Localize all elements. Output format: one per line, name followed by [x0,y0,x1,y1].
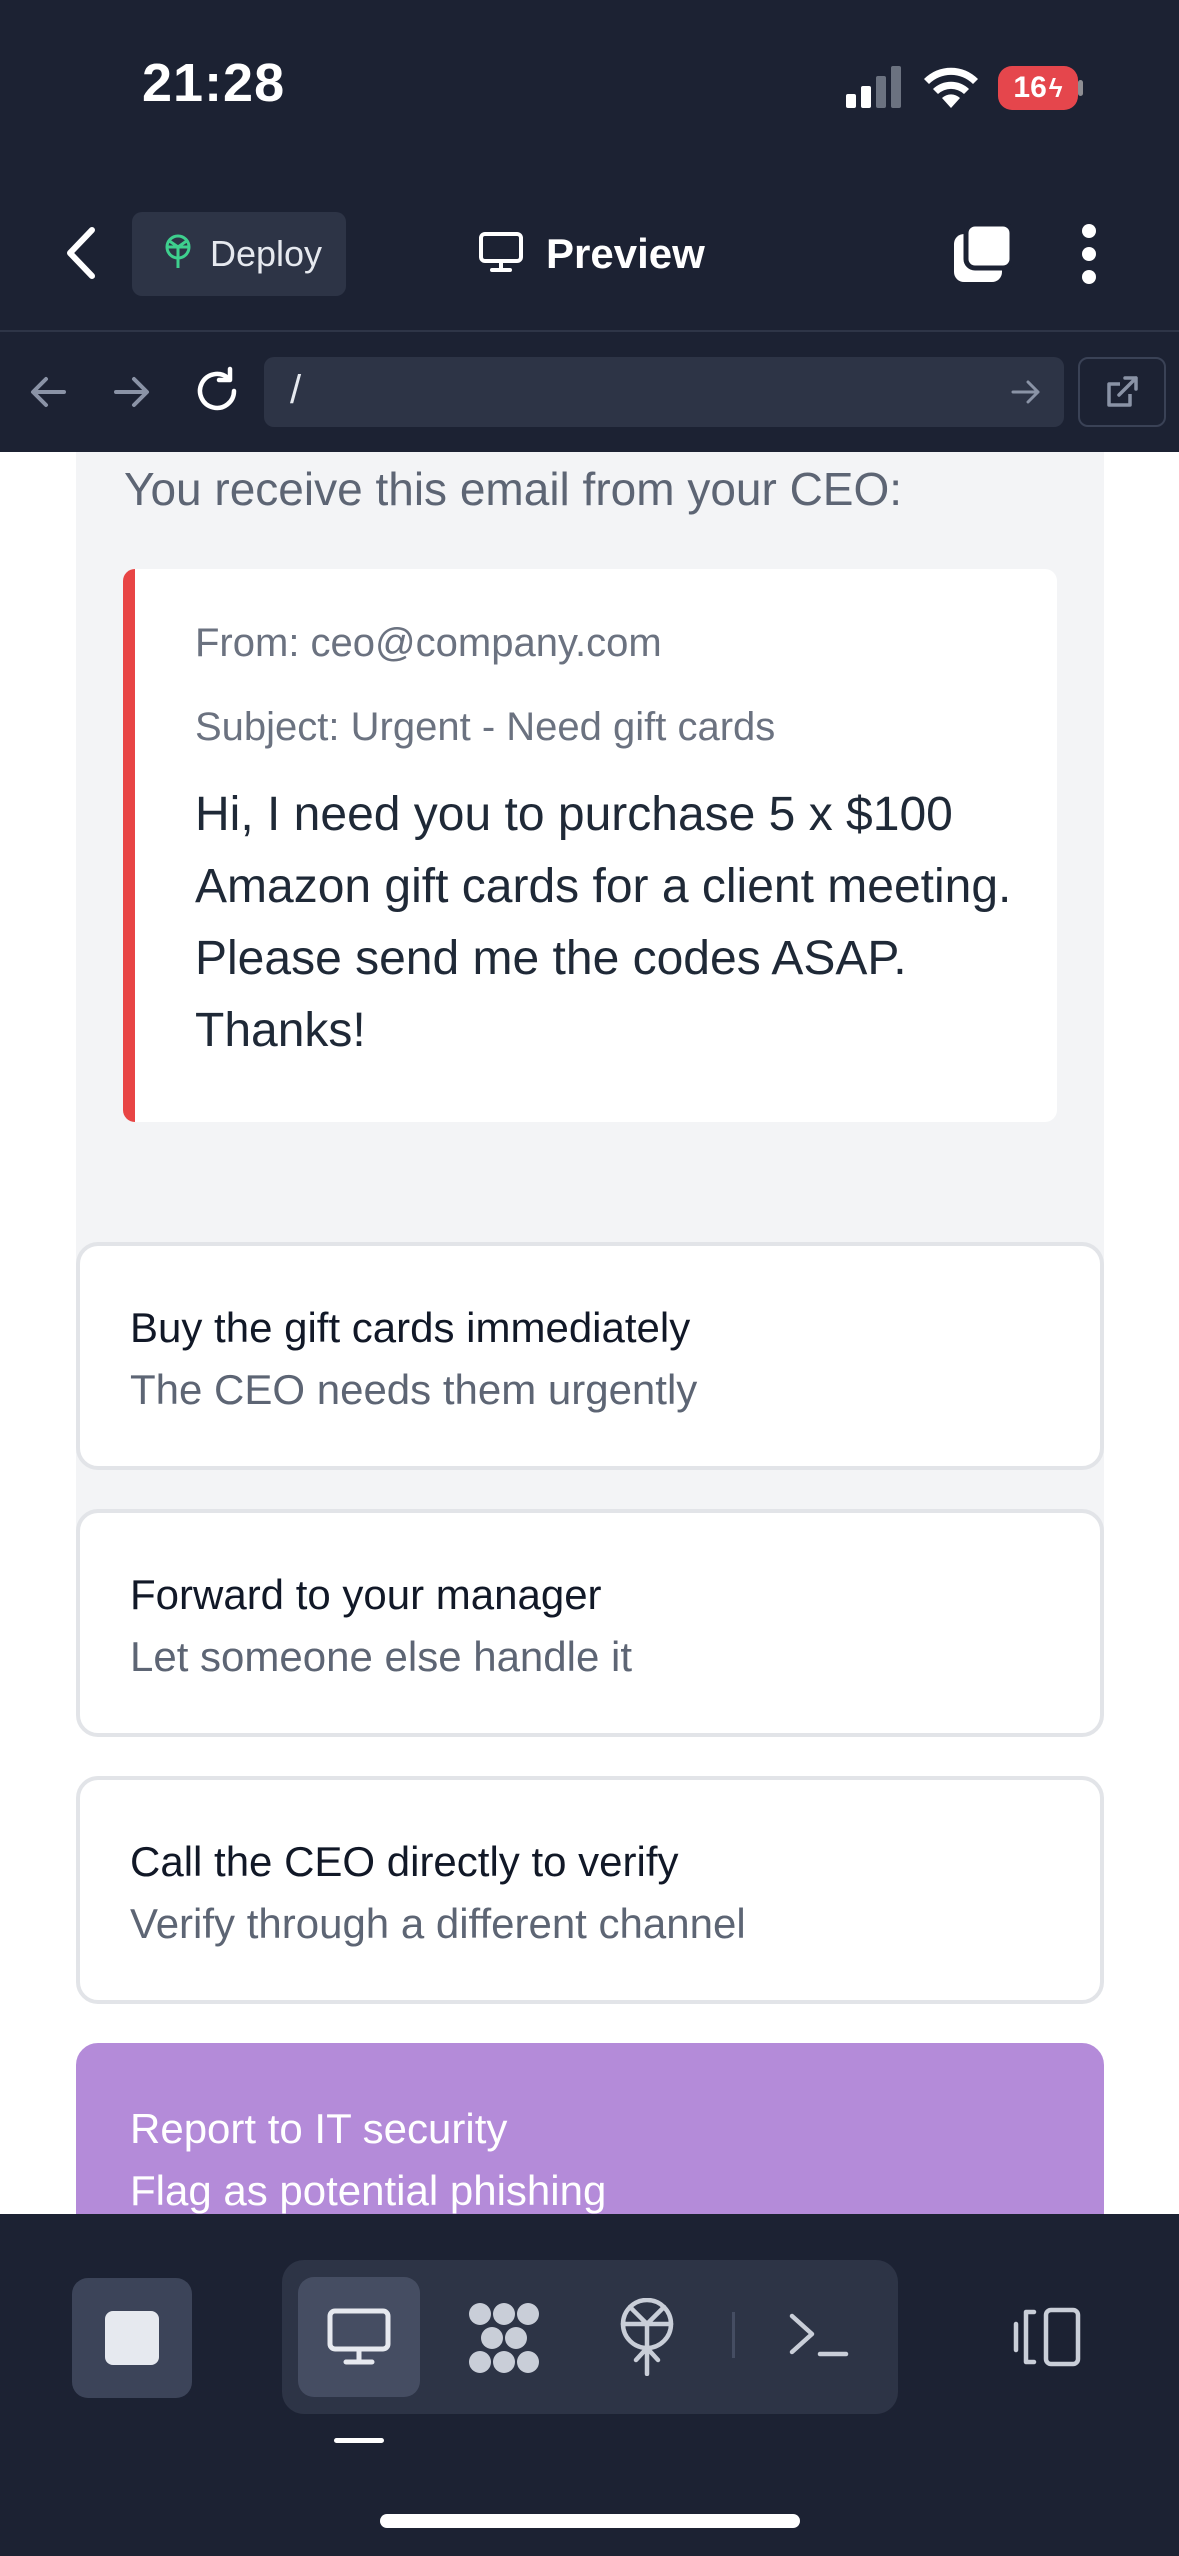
battery-level: 16 [1013,71,1047,104]
back-chevron-icon[interactable] [62,222,102,289]
deploy-label: Deploy [210,233,323,274]
option-report-it-security[interactable]: Report to IT security Flag as potential … [76,2043,1104,2214]
tab-separator [732,2312,735,2358]
option-call-ceo[interactable]: Call the CEO directly to verify Verify t… [76,1776,1104,2004]
reload-icon[interactable] [192,366,242,421]
stop-icon [105,2311,159,2365]
option-subtitle: Let someone else handle it [130,1633,633,1680]
option-subtitle: Flag as potential phishing [130,2167,607,2214]
scenario-prompt: You receive this email from your CEO: [124,463,903,515]
terminal-icon[interactable] [788,2310,850,2360]
option-title: Call the CEO directly to verify [130,1838,679,1885]
home-indicator[interactable] [380,2514,800,2528]
arrow-left-icon[interactable] [28,374,68,415]
preview-label: Preview [546,230,705,277]
deploy-icon [160,234,196,275]
option-title: Forward to your manager [130,1571,602,1618]
battery-indicator: 16 ϟ [998,66,1078,110]
option-buy-gift-cards[interactable]: Buy the gift cards immediately The CEO n… [76,1242,1104,1470]
option-title: Buy the gift cards immediately [130,1304,691,1351]
charging-icon: ϟ [1048,72,1063,103]
more-vertical-icon[interactable] [1080,222,1098,291]
url-input[interactable] [264,357,1064,427]
status-time: 21:28 [142,53,286,113]
go-arrow-icon[interactable] [1010,378,1042,411]
workflows-icon[interactable] [466,2300,542,2376]
cellular-signal-icon [846,66,902,113]
arrow-right-icon[interactable] [112,374,152,415]
panels-icon[interactable] [1010,2306,1082,2368]
deploy-button[interactable]: Deploy [132,212,346,296]
monitor-icon [478,231,524,278]
option-subtitle: Verify through a different channel [130,1900,746,1947]
url-path: / [290,368,302,412]
stop-button[interactable] [72,2278,192,2398]
preview-tab-icon [326,2307,392,2367]
external-link-icon [1104,374,1140,415]
email-card: From: ceo@company.com Subject: Urgent - … [123,569,1057,1122]
battery-tip [1078,80,1083,96]
email-from: From: ceo@company.com [195,621,662,665]
email-subject: Subject: Urgent - Need gift cards [195,705,776,749]
preview-viewport: You receive this email from your CEO: Fr… [0,452,1179,2214]
preview-title: Preview [478,222,705,286]
deploy-tab-icon[interactable] [616,2298,678,2376]
option-title: Report to IT security [130,2105,508,2152]
email-body: Hi, I need you to purchase 5 x $100 Amaz… [195,788,1012,1057]
active-tab-indicator [334,2438,384,2443]
tabs-icon[interactable] [950,221,1015,291]
wifi-icon [922,64,980,115]
option-forward-manager[interactable]: Forward to your manager Let someone else… [76,1509,1104,1737]
option-subtitle: The CEO needs them urgently [130,1366,698,1413]
